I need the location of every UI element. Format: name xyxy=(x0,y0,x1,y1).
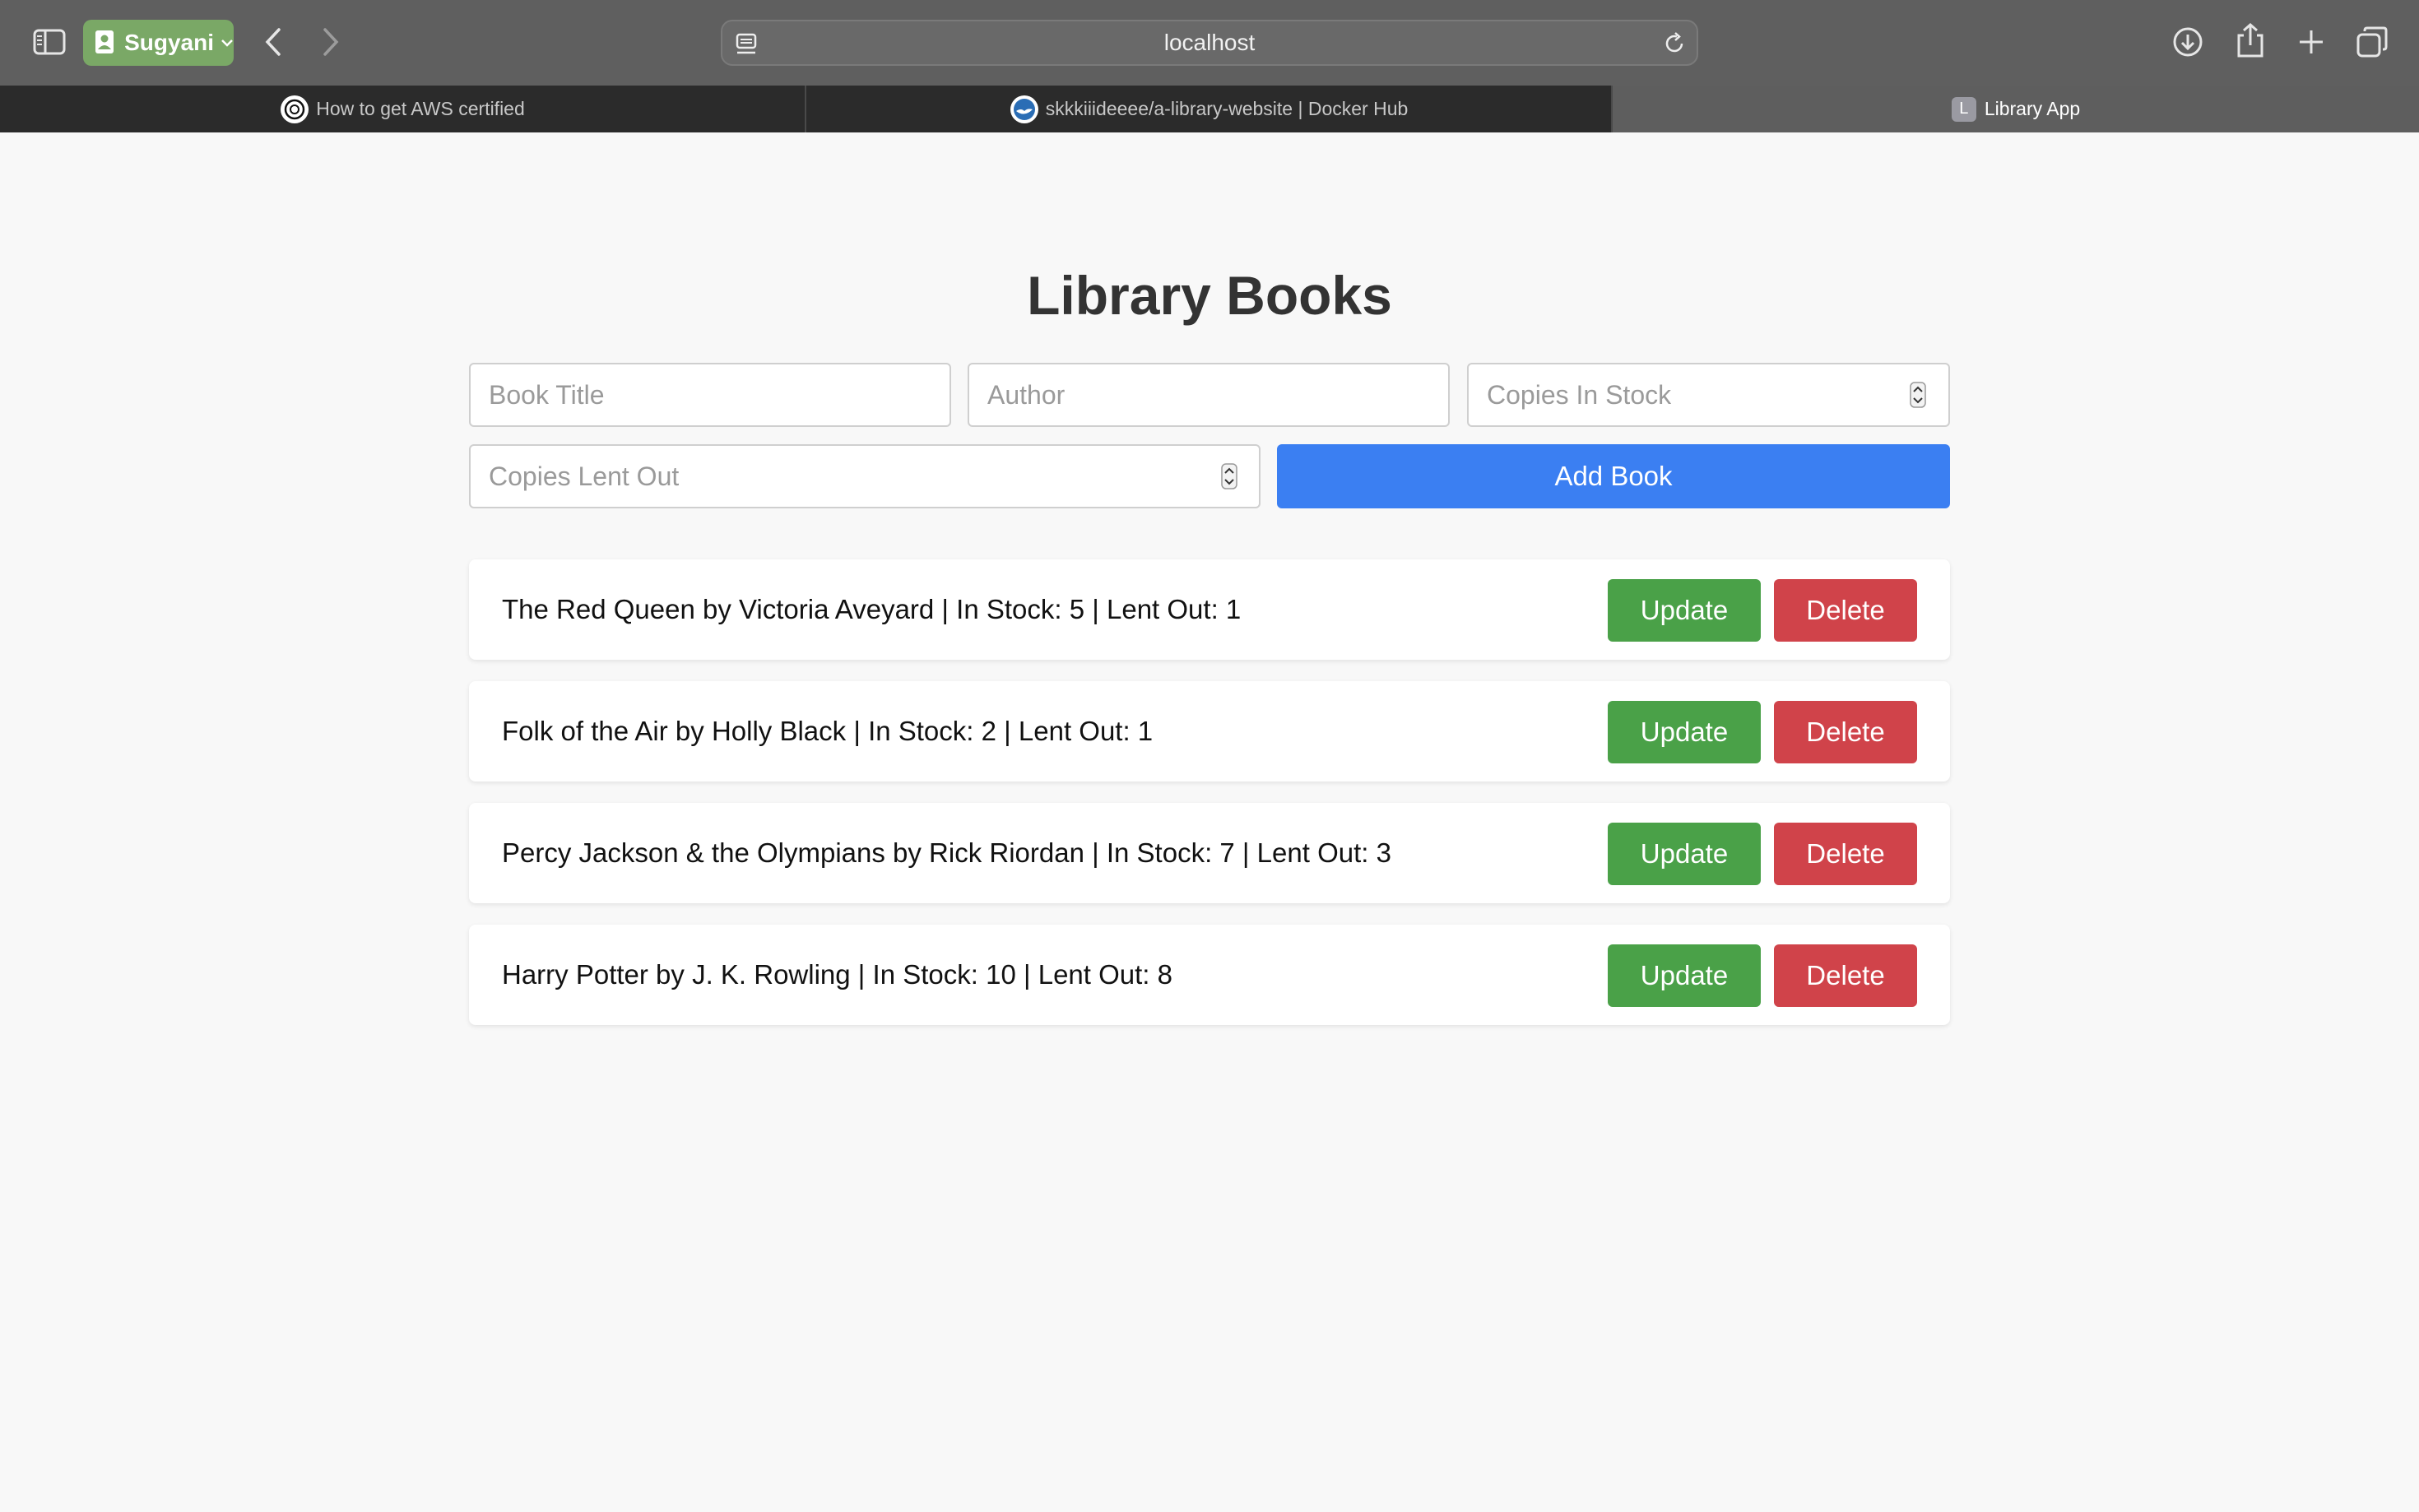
chatgpt-icon xyxy=(280,95,309,124)
book-text: The Red Queen by Victoria Aveyard | In S… xyxy=(502,594,1242,624)
page-menu-icon[interactable] xyxy=(734,31,760,58)
update-button[interactable]: Update xyxy=(1608,944,1761,1007)
add-book-button[interactable]: Add Book xyxy=(1277,444,1950,508)
share-icon[interactable] xyxy=(2231,20,2269,61)
book-item: Harry Potter by J. K. Rowling | In Stock… xyxy=(469,925,1950,1025)
copies-lent-out-input[interactable] xyxy=(469,444,1261,508)
forward-arrow-icon[interactable] xyxy=(314,23,347,61)
browser-toolbar: Sugyani localhost xyxy=(0,0,2419,86)
update-button[interactable]: Update xyxy=(1608,579,1761,642)
book-item: Percy Jackson & the Olympians by Rick Ri… xyxy=(469,803,1950,903)
book-item: Folk of the Air by Holly Black | In Stoc… xyxy=(469,681,1950,782)
update-button[interactable]: Update xyxy=(1608,823,1761,885)
reload-icon[interactable] xyxy=(1660,30,1688,58)
book-text: Percy Jackson & the Olympians by Rick Ri… xyxy=(502,837,1391,868)
tab-aws[interactable]: How to get AWS certified xyxy=(0,86,806,132)
update-button[interactable]: Update xyxy=(1608,701,1761,763)
delete-button[interactable]: Delete xyxy=(1774,944,1917,1007)
stepper-icon[interactable] xyxy=(1910,382,1926,408)
stepper-icon[interactable] xyxy=(1221,463,1237,489)
download-icon[interactable] xyxy=(2169,23,2207,61)
library-app-favicon: L xyxy=(1951,96,1976,122)
new-tab-plus-icon[interactable] xyxy=(2292,23,2330,61)
delete-button[interactable]: Delete xyxy=(1774,823,1917,885)
address-bar[interactable]: localhost xyxy=(721,20,1698,66)
sidebar-toggle-icon[interactable] xyxy=(30,23,69,61)
tab-label: Library App xyxy=(1984,98,2081,119)
chevron-down-icon xyxy=(221,35,234,52)
tab-label: skkkiiideeee/a-library-website | Docker … xyxy=(1045,98,1409,119)
back-arrow-icon[interactable] xyxy=(257,23,290,61)
tab-bar: How to get AWS certified skkkiiideeee/a-… xyxy=(0,86,2419,132)
library-page: Library Books Add Book The Red Queen by … xyxy=(0,132,2419,1512)
tab-library-app[interactable]: L Library App xyxy=(1613,86,2419,132)
profile-icon xyxy=(95,30,116,56)
tab-docker-hub[interactable]: skkkiiideeee/a-library-website | Docker … xyxy=(806,86,1613,132)
book-item: The Red Queen by Victoria Aveyard | In S… xyxy=(469,559,1950,660)
delete-button[interactable]: Delete xyxy=(1774,579,1917,642)
tab-overview-icon[interactable] xyxy=(2353,23,2391,61)
page-title: Library Books xyxy=(1027,265,1392,326)
address-text: localhost xyxy=(1163,30,1256,55)
book-text: Folk of the Air by Holly Black | In Stoc… xyxy=(502,716,1154,746)
docker-hub-icon xyxy=(1010,95,1039,124)
author-input[interactable] xyxy=(968,363,1450,427)
book-title-input[interactable] xyxy=(469,363,951,427)
book-text: Harry Potter by J. K. Rowling | In Stock… xyxy=(502,959,1172,990)
profile-button[interactable]: Sugyani xyxy=(83,20,234,66)
delete-button[interactable]: Delete xyxy=(1774,701,1917,763)
tab-label: How to get AWS certified xyxy=(316,98,525,119)
profile-name: Sugyani xyxy=(124,30,214,55)
copies-in-stock-input[interactable] xyxy=(1467,363,1950,427)
